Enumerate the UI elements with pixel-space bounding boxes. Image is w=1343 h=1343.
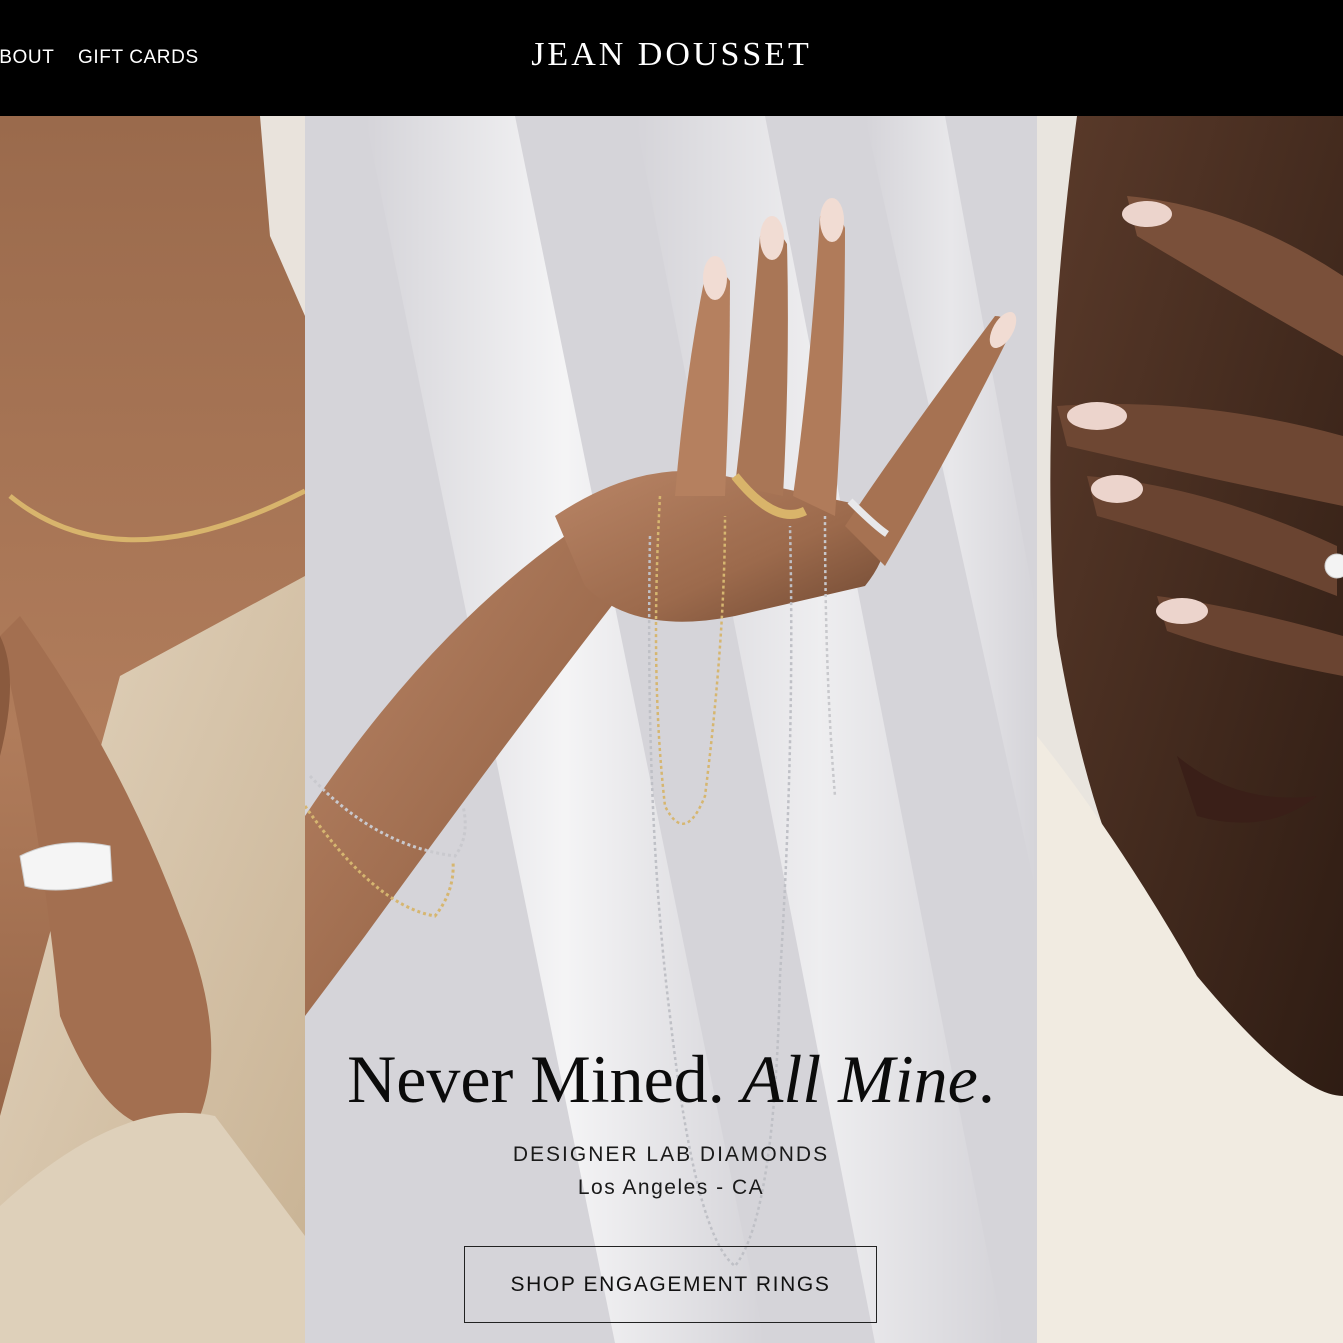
necklace-model-photo: [0, 116, 305, 1343]
headline-plain: Never Mined.: [347, 1041, 742, 1117]
hero-headline: Never Mined. All Mine.: [305, 1040, 1037, 1119]
hero-subtitle: DESIGNER LAB DIAMONDS: [512, 1143, 830, 1166]
hero-section: Never Mined. All Mine. DESIGNER LAB DIAM…: [0, 116, 1343, 1343]
headline-italic: All Mine: [741, 1041, 978, 1117]
site-header: ABOUT GIFT CARDS JEAN DOUSSET: [0, 0, 1343, 116]
face-covered-hand-image: [1037, 116, 1343, 1343]
hero-text-overlay: Never Mined. All Mine. DESIGNER LAB DIAM…: [305, 116, 1037, 1343]
headline-end: .: [977, 1041, 995, 1117]
shop-engagement-rings-button[interactable]: SHOP ENGAGEMENT RINGS: [464, 1246, 877, 1323]
brand-logo[interactable]: JEAN DOUSSET: [0, 36, 1343, 74]
face-covered-hand-photo: [1037, 116, 1343, 1343]
necklace-model-image: [0, 116, 305, 1343]
hero-location: Los Angeles - CA: [577, 1176, 765, 1199]
